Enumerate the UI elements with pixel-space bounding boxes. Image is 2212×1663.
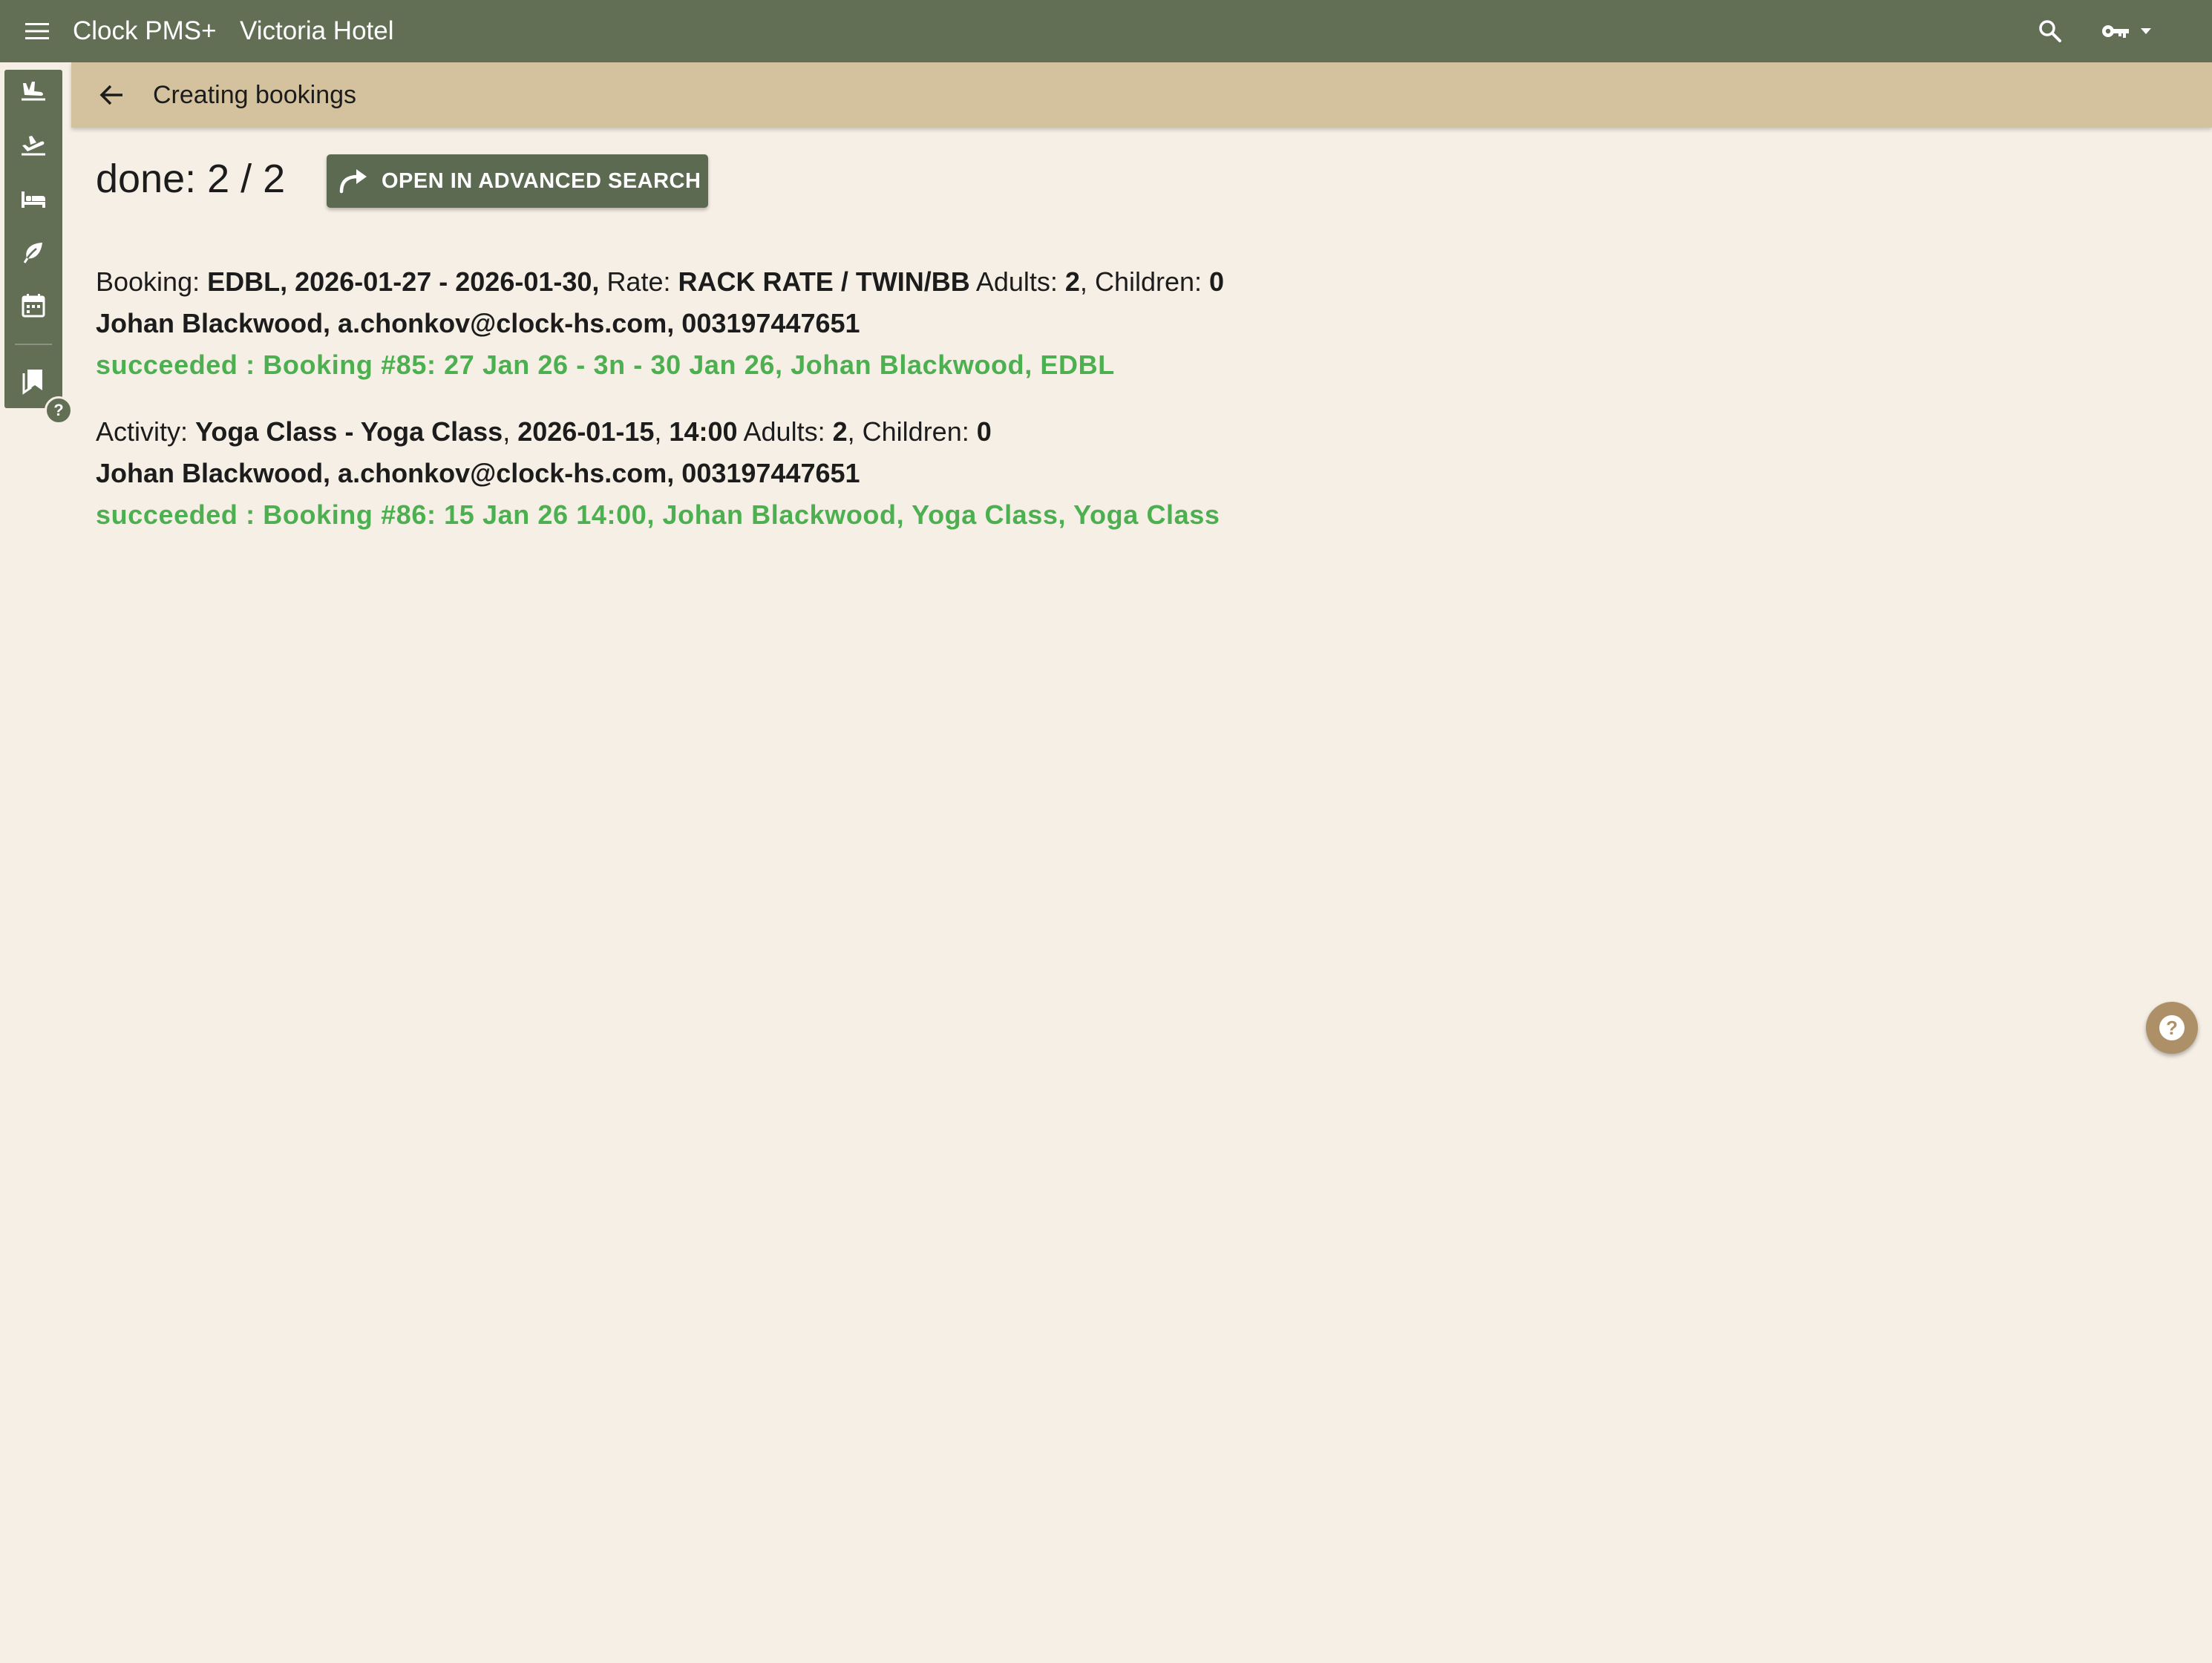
children-label: Children: [1094, 266, 1202, 297]
departures-icon [22, 136, 45, 156]
adults-label: Adults: [975, 266, 1058, 297]
rail-help-button[interactable]: ? [45, 396, 73, 424]
booking-children: 0 [1209, 266, 1225, 297]
hamburger-menu-icon [25, 23, 49, 39]
rail-item-departures[interactable] [16, 128, 51, 163]
arrow-left-icon [99, 85, 122, 105]
leaf-icon [23, 243, 42, 263]
booking-rate: RACK RATE / TWIN/BB [678, 266, 970, 297]
children-label: Children: [862, 416, 969, 447]
back-button[interactable] [94, 77, 129, 113]
rail-divider [15, 344, 52, 345]
comma-separator: , [654, 416, 662, 447]
search-button[interactable] [2034, 15, 2067, 47]
question-icon: ? [53, 401, 64, 419]
booking-room-dates: EDBL, 2026-01-27 - 2026-01-30, [207, 266, 600, 297]
rail-item-wellness[interactable] [16, 234, 51, 270]
activity-date: 2026-01-15 [517, 416, 655, 447]
account-key-button[interactable] [2101, 15, 2172, 47]
hotel-name[interactable]: Victoria Hotel [240, 15, 394, 47]
booking-guest-line: Johan Blackwood, a.chonkov@clock-hs.com,… [96, 303, 1224, 344]
activity-name: Yoga Class - Yoga Class [195, 416, 503, 447]
forward-share-icon [339, 169, 367, 194]
booking-adults: 2 [1064, 266, 1080, 297]
menu-button[interactable] [22, 16, 52, 46]
search-icon [2039, 20, 2061, 42]
rate-label: Rate: [606, 266, 671, 297]
progress-status: done: 2 / 2 [96, 157, 286, 201]
comma-separator: , [503, 416, 511, 447]
open-advanced-search-button[interactable]: OPEN IN ADVANCED SEARCH [327, 154, 708, 208]
chevron-down-icon [2141, 28, 2151, 34]
rail-item-bookmarks[interactable] [16, 362, 51, 398]
arrivals-icon [22, 82, 45, 101]
rail-item-calendar[interactable] [16, 288, 51, 324]
rail-item-arrivals[interactable] [16, 74, 51, 110]
booking-summary-line: Booking: EDBL, 2026-01-27 - 2026-01-30, … [96, 261, 1224, 303]
booking-guest: Johan Blackwood, a.chonkov@clock-hs.com,… [96, 308, 860, 338]
comma-separator: , [847, 416, 855, 447]
activity-guest-line: Johan Blackwood, a.chonkov@clock-hs.com,… [96, 453, 1220, 494]
booking-kind-label: Booking: [96, 266, 200, 297]
bookmark-icon [22, 370, 42, 395]
adults-label: Adults: [743, 416, 825, 447]
activity-guest: Johan Blackwood, a.chonkov@clock-hs.com,… [96, 458, 860, 488]
booking-result-line: succeeded : Booking #85: 27 Jan 26 - 3n … [96, 350, 1115, 380]
advanced-search-label: OPEN IN ADVANCED SEARCH [382, 168, 701, 193]
activity-entry: Activity: Yoga Class - Yoga Class, 2026-… [96, 411, 1220, 536]
activity-summary-line: Activity: Yoga Class - Yoga Class, 2026-… [96, 411, 1220, 453]
help-fab-button[interactable]: ? [2146, 1002, 2198, 1054]
activity-kind-label: Activity: [96, 416, 189, 447]
rail-item-rooms[interactable] [16, 181, 51, 217]
bed-icon [22, 191, 45, 208]
calendar-icon [22, 294, 45, 318]
booking-entry: Booking: EDBL, 2026-01-27 - 2026-01-30, … [96, 261, 1224, 386]
page-title: Creating bookings [153, 81, 357, 109]
side-rail [4, 70, 62, 408]
activity-time: 14:00 [669, 416, 738, 447]
activity-children: 0 [976, 416, 992, 447]
page-header: Creating bookings [71, 62, 2212, 128]
top-app-bar: Clock PMS+ Victoria Hotel [0, 0, 2212, 62]
comma-separator: , [1079, 266, 1087, 297]
activity-result-line: succeeded : Booking #86: 15 Jan 26 14:00… [96, 499, 1220, 530]
activity-adults: 2 [832, 416, 848, 447]
question-icon: ? [2159, 1015, 2185, 1040]
key-icon [2102, 25, 2129, 38]
app-title: Clock PMS+ [73, 16, 217, 45]
